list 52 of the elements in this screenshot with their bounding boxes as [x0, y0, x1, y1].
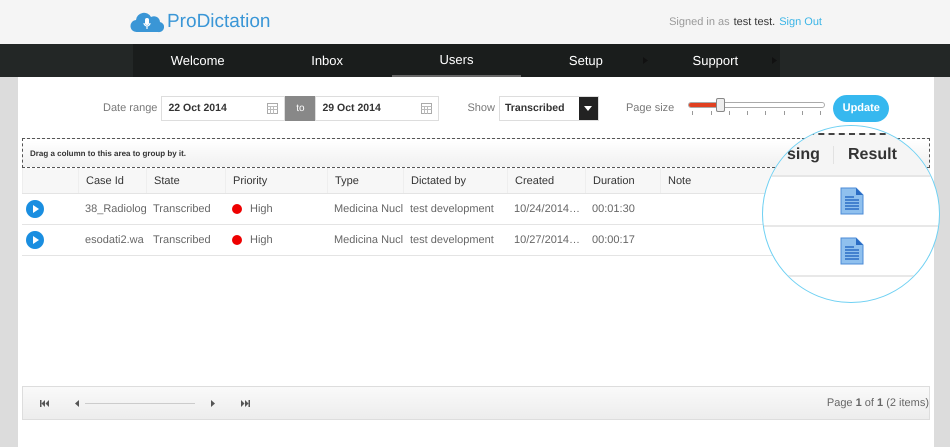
date-range-label: Date range: [103, 102, 158, 114]
column-header[interactable]: Case Id: [78, 168, 146, 193]
play-icon[interactable]: [26, 200, 44, 218]
table-cell: 00:00:17: [592, 234, 635, 246]
table-cell: Medicina Nucl: [334, 203, 404, 215]
last-page-icon[interactable]: [241, 400, 250, 406]
date-field[interactable]: 29 Oct 2014: [315, 96, 440, 120]
document-icon[interactable]: [840, 237, 864, 265]
user-name: test test.: [734, 16, 776, 28]
column-header[interactable]: Duration: [585, 168, 660, 193]
caret-icon: [584, 106, 592, 110]
table-cell: test development: [410, 234, 494, 246]
column-header[interactable]: Priority: [225, 168, 327, 193]
date-field[interactable]: 22 Oct 2014: [161, 96, 286, 120]
table-cell: 10/24/2014…: [514, 203, 580, 215]
column-header[interactable]: State: [146, 168, 225, 193]
column-header[interactable]: Note: [660, 168, 760, 193]
show-label: Show: [467, 102, 495, 114]
page-size-label: Page size: [626, 102, 674, 114]
nav-tab[interactable]: Inbox: [262, 44, 392, 77]
table-cell: 10/27/2014…: [514, 234, 580, 246]
table-cell: 00:01:30: [592, 203, 635, 215]
calendar-icon: [421, 102, 432, 114]
table-cell: Medicina Nucl: [334, 234, 404, 246]
group-hint: Drag a column to this area to group by it.: [30, 148, 186, 158]
next-page-icon[interactable]: [211, 400, 215, 406]
page-summary: Page 1 of 1 (2 items): [826, 397, 929, 409]
nav-tab[interactable]: Setup: [521, 44, 651, 77]
column-header[interactable]: Dictated by: [403, 168, 507, 193]
column-header[interactable]: Created: [507, 168, 585, 193]
cloud-microphone-icon: [130, 11, 164, 33]
show-dropdown[interactable]: Transcribed: [498, 96, 599, 120]
previous-page-icon[interactable]: [75, 400, 79, 406]
table-cell: High: [250, 203, 273, 215]
document-icon[interactable]: [840, 187, 864, 215]
column-header: Result: [833, 146, 897, 164]
signed-in-label: Signed in as: [669, 16, 730, 28]
play-icon[interactable]: [26, 231, 44, 249]
calendar-icon: [267, 102, 278, 114]
to-label: to: [285, 96, 316, 120]
column-header[interactable]: Type: [327, 168, 403, 193]
nav-tab[interactable]: Support: [650, 44, 780, 77]
table-cell: Transcribed: [153, 234, 211, 246]
nav-tab[interactable]: Welcome: [133, 44, 262, 77]
table-cell: Transcribed: [153, 203, 211, 215]
table-cell: test development: [410, 203, 494, 215]
table-cell: esodati2.wa: [85, 234, 144, 246]
brand-name: ProDictation: [167, 11, 270, 33]
table-cell: High: [250, 234, 273, 246]
first-page-icon[interactable]: [40, 400, 49, 406]
table-cell: 38_Radiolog: [85, 203, 147, 215]
column-header: sing: [786, 146, 821, 164]
